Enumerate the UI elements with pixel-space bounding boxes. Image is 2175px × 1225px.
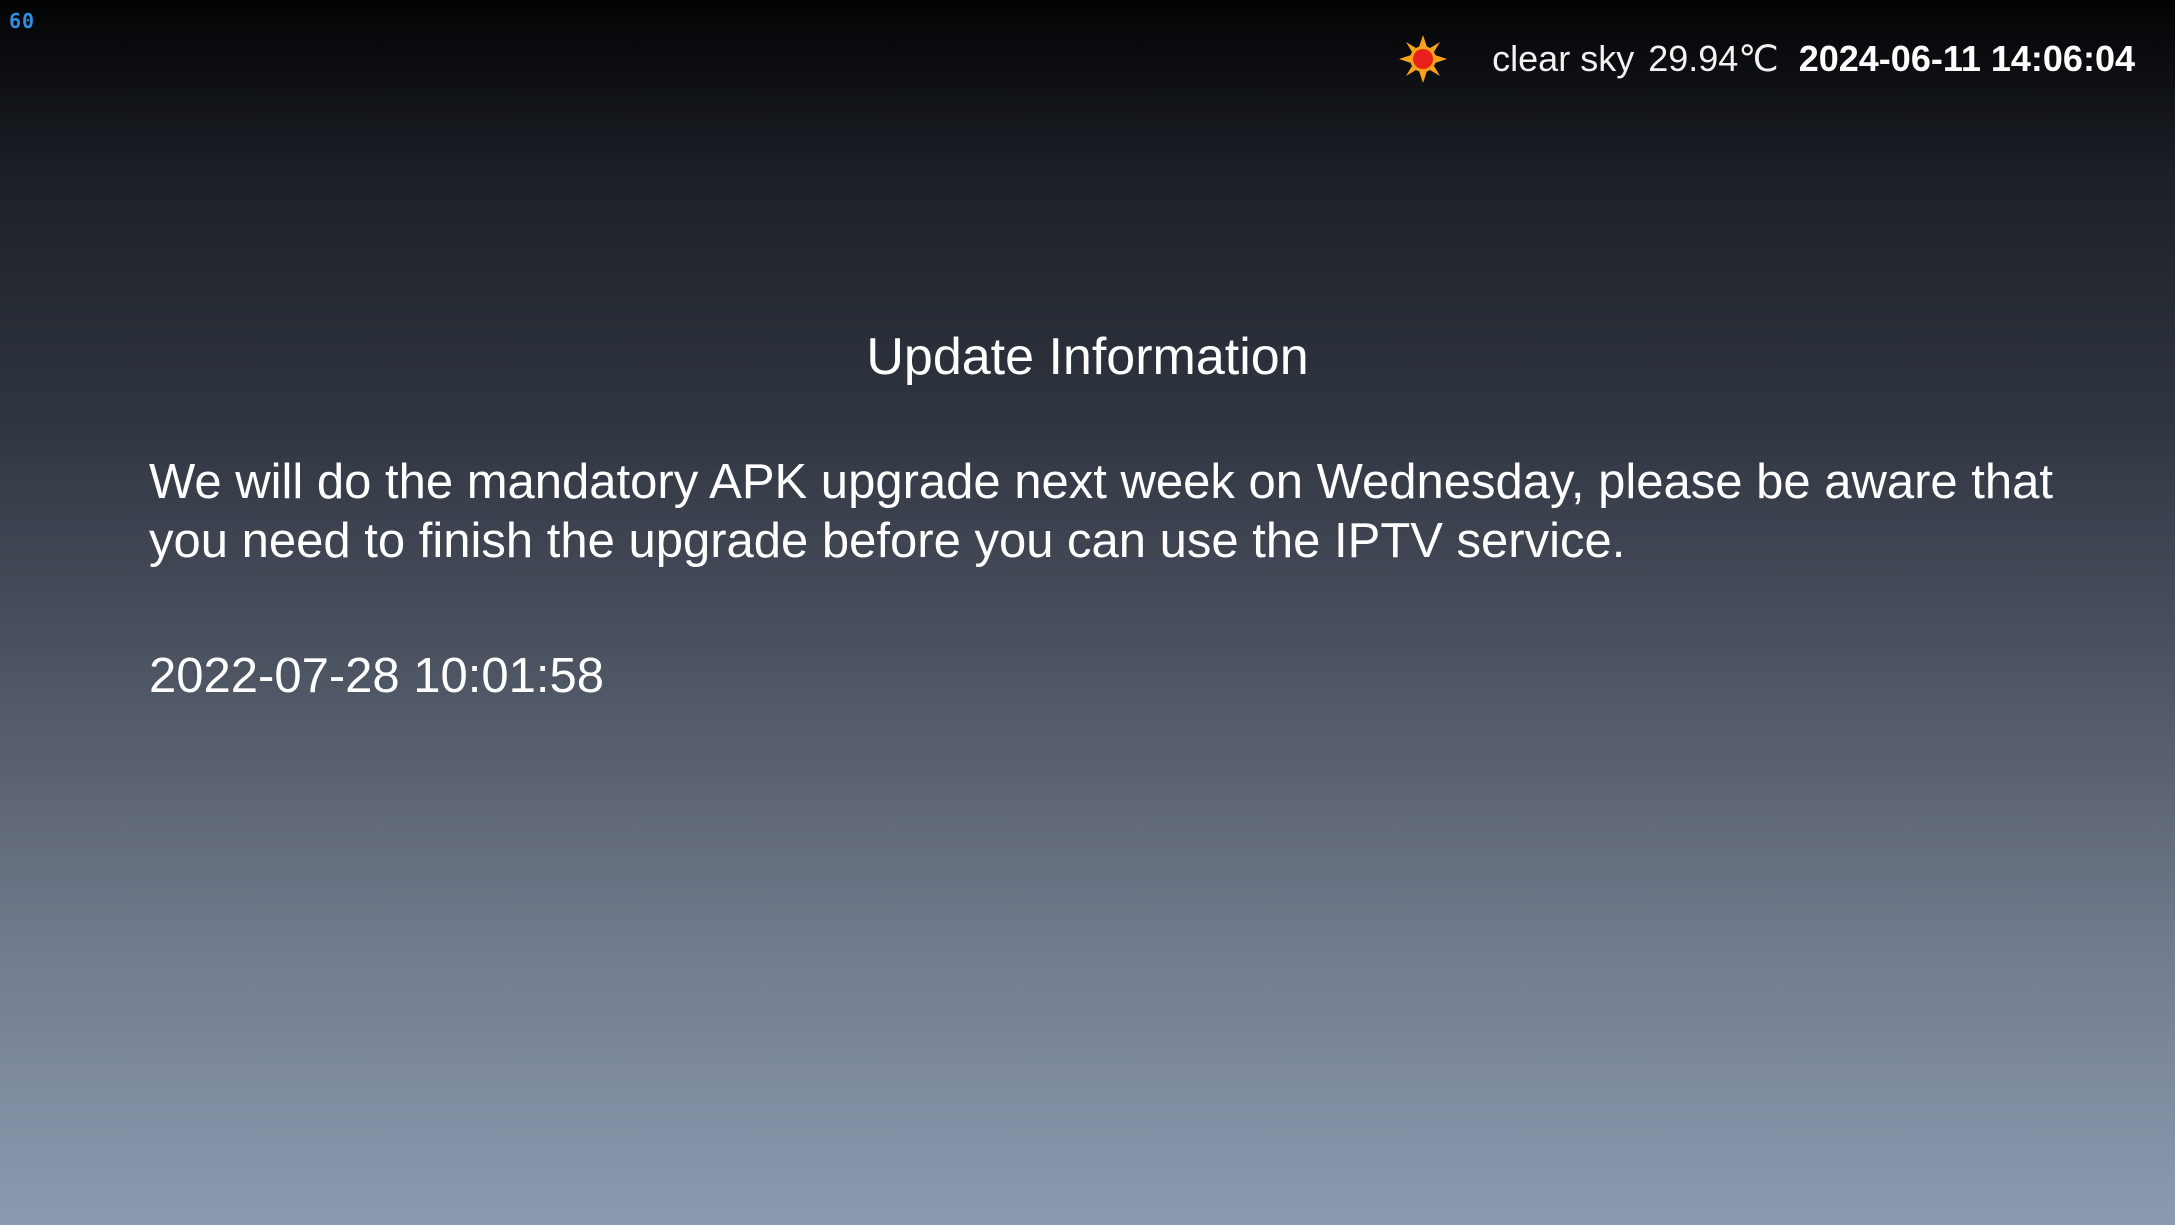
current-datetime: 2024-06-11 14:06:04	[1798, 38, 2135, 79]
dialog-title: Update Information	[866, 328, 1309, 386]
sun-icon	[1398, 34, 1448, 84]
status-bar: clear sky 29.94℃ 2024-06-11 14:06:04	[1398, 34, 2135, 84]
fps-counter: 60	[9, 9, 36, 33]
message-timestamp: 2022-07-28 10:01:58	[149, 649, 604, 703]
update-message: We will do the mandatory APK upgrade nex…	[149, 455, 2053, 568]
weather-description: clear sky	[1492, 38, 1635, 79]
temperature: 29.94℃	[1648, 38, 1779, 79]
